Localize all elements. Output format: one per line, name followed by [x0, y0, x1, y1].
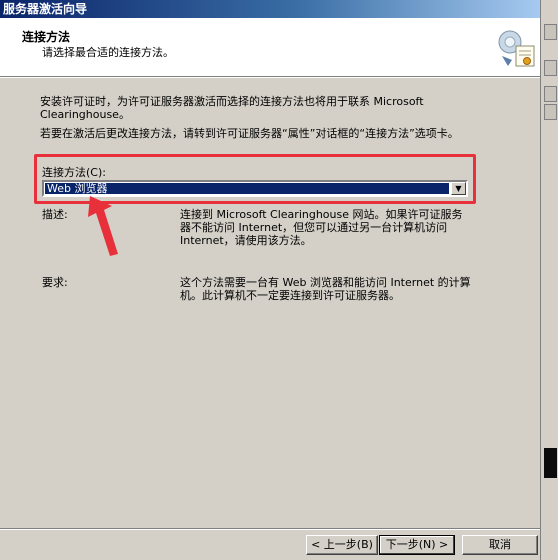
description-label: 描述: [42, 208, 68, 221]
background-icon [544, 60, 557, 76]
next-button[interactable]: 下一步(N) > [379, 535, 455, 555]
page-subtitle: 请选择最合适的连接方法。 [42, 46, 174, 59]
highlight-box [34, 154, 476, 204]
server-certificate-icon [498, 30, 535, 67]
back-button[interactable]: < 上一步(B) [306, 535, 378, 555]
background-icon [544, 24, 557, 40]
header-divider [0, 77, 540, 78]
requirement-text: 这个方法需要一台有 Web 浏览器和能访问 Internet 的计算机。此计算机… [180, 276, 471, 302]
wizard-header: 连接方法 请选择最合适的连接方法。 [0, 18, 540, 77]
footer-separator [0, 528, 540, 530]
cancel-button[interactable]: 取消 [462, 535, 538, 555]
background-window-strip [540, 0, 558, 560]
title-bar: 服务器激活向导 [0, 0, 540, 18]
background-icon [544, 86, 557, 102]
description-text: 连接到 Microsoft Clearinghouse 网站。如果许可证服务器不… [180, 208, 463, 247]
background-icon [544, 104, 557, 120]
background-dark-block [544, 448, 557, 478]
intro-text: 安装许可证时，为许可证服务器激活而选择的连接方法也将用于联系 Microsoft… [40, 95, 424, 121]
requirement-label: 要求: [42, 276, 68, 289]
intro-text-2: 若要在激活后更改连接方法，请转到许可证服务器“属性”对话框的“连接方法”选项卡。 [40, 127, 459, 140]
window-title: 服务器激活向导 [3, 2, 88, 16]
page-title: 连接方法 [22, 30, 71, 44]
